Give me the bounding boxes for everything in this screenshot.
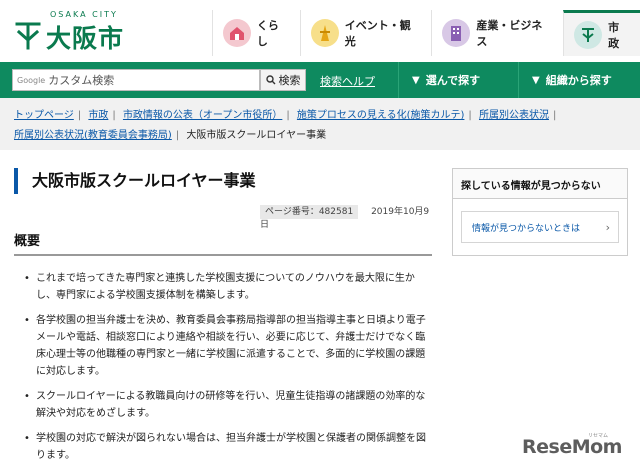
gnav-business[interactable]: 産業・ビジネス <box>431 10 563 56</box>
watermark-subtitle: リセマム <box>588 433 609 439</box>
nav-select-button[interactable]: ▼ 選んで探す <box>412 62 480 98</box>
search-button-label: 検索 <box>278 74 301 87</box>
breadcrumb-separator: | <box>112 110 116 121</box>
chevron-down-icon: ▼ <box>532 74 540 86</box>
nav-select-label: 選んで探す <box>425 74 481 87</box>
nav-org-label: 組織から探す <box>545 74 612 87</box>
google-label: Google <box>17 75 46 85</box>
breadcrumb-separator: | <box>175 130 180 141</box>
breadcrumb-item[interactable]: 所属別公表状況(教育委員会事務局) <box>14 130 172 141</box>
search-button[interactable]: 検索 <box>260 69 306 91</box>
breadcrumb-separator: | <box>468 110 472 121</box>
breadcrumb-separator: | <box>552 110 557 121</box>
gnav-shisei[interactable]: 市政 <box>563 10 640 56</box>
search-bar: Google 検索 検索ヘルプ ▼ 選んで探す ▼ 組織から探す <box>0 62 640 98</box>
not-found-help-label: 情報が見つからないときは <box>472 223 581 234</box>
search-field: Google <box>12 69 260 91</box>
page-title-block: 大阪市版スクールロイヤー事業 <box>14 168 434 194</box>
nav-divider <box>518 62 519 98</box>
site-header: OSAKA CITY 大阪市 くらし イベント・観光 産業・ビジネス 市政 <box>0 0 640 62</box>
section-heading: 概要 <box>14 230 432 256</box>
gnav-label: 産業・ビジネス <box>476 19 543 48</box>
list-item: スクールロイヤーによる教職員向けの研修等を行い、児童生徒指導の諸課題の効率的な解… <box>22 388 434 422</box>
nav-divider <box>398 62 399 98</box>
gnav-label: くらし <box>256 19 279 48</box>
search-input[interactable] <box>48 73 249 87</box>
nav-org-button[interactable]: ▼ 組織から探す <box>532 62 612 98</box>
gnav-label: 市政 <box>608 20 620 50</box>
breadcrumb-separator: | <box>286 110 290 121</box>
list-item: これまで培ってきた専門家と連携した学校園支援についてのノウハウを最大限に生かし、… <box>22 270 434 304</box>
logo-subtitle: OSAKA CITY <box>50 10 118 19</box>
breadcrumb-item[interactable]: 市政情報の公表（オープン市役所） <box>123 110 282 121</box>
logo-text: 大阪市 <box>46 24 125 53</box>
watermark-logo: ReseMom <box>522 436 622 458</box>
breadcrumb-item[interactable]: 所属別公表状況 <box>479 110 549 121</box>
list-item: 学校園の対応で解決が図られない場合は、担当弁護士が学校園と保護者の関係調整を図り… <box>22 430 434 464</box>
city-emblem-icon <box>574 20 603 49</box>
building-icon <box>442 19 471 47</box>
breadcrumb-item[interactable]: 市政 <box>88 110 108 121</box>
section-heading-label: 概要 <box>14 234 41 249</box>
gnav-kurashi[interactable]: くらし <box>212 10 300 56</box>
sidebar-help-box: 探している情報が見つからない 情報が見つからないときは › <box>452 168 628 256</box>
overview-list: これまで培ってきた専門家と連携した学校園支援についてのノウハウを最大限に生かし、… <box>22 270 434 472</box>
breadcrumb-item[interactable]: 施策プロセスの見える化(施策カルテ) <box>297 110 465 121</box>
list-item: 各学校園の担当弁護士を決め、教育委員会事務局指導部の担当指導主事と日頃より電子メ… <box>22 312 434 380</box>
sidebar-heading: 探している情報が見つからない <box>453 169 627 199</box>
global-nav: くらし イベント・観光 産業・ビジネス 市政 <box>212 10 640 56</box>
tower-icon <box>310 19 339 47</box>
breadcrumb: トップページ | 市政 | 市政情報の公表（オープン市役所） | 施策プロセスの見える… <box>0 98 640 150</box>
not-found-help-link[interactable]: 情報が見つからないときは › <box>461 211 619 243</box>
chevron-right-icon: › <box>605 221 610 234</box>
site-logo[interactable]: OSAKA CITY 大阪市 <box>14 10 134 56</box>
page-title: 大阪市版スクールロイヤー事業 <box>32 171 256 190</box>
search-help-link[interactable]: 検索ヘルプ <box>320 73 375 89</box>
breadcrumb-item[interactable]: トップページ <box>14 110 74 121</box>
page-id: ページ番号：482581 <box>260 205 359 219</box>
house-icon <box>223 19 251 47</box>
resemom-watermark: ReseMom リセマム <box>522 433 634 466</box>
gnav-event[interactable]: イベント・観光 <box>299 10 432 56</box>
gnav-label: イベント・観光 <box>344 19 411 48</box>
breadcrumb-current: 大阪市版スクールロイヤー事業 <box>186 130 327 141</box>
page-meta: ページ番号：482581 2019年10月9日 <box>260 204 434 230</box>
breadcrumb-separator: | <box>77 110 82 121</box>
search-icon <box>265 75 275 85</box>
city-emblem-icon <box>15 22 41 50</box>
chevron-down-icon: ▼ <box>412 74 420 86</box>
